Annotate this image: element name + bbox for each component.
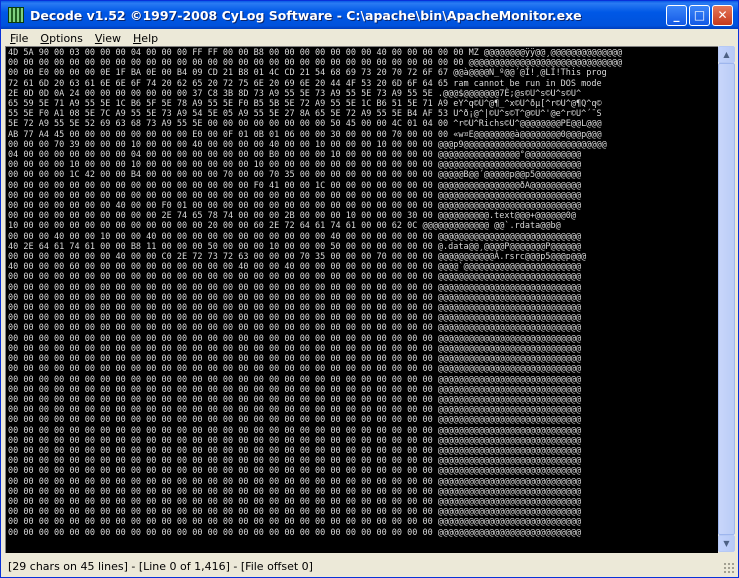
hex-line[interactable]: 00 00 00 00 00 00 00 00 00 00 00 00 00 0…	[8, 477, 581, 487]
hex-line[interactable]: 72 61 6D 20 63 61 6E 6E 6F 74 20 62 65 2…	[8, 79, 602, 89]
arrow-up-icon[interactable]: ▲	[718, 46, 735, 63]
hex-line[interactable]: 00 00 00 00 00 00 00 00 00 00 00 00 00 0…	[8, 323, 581, 333]
app-window: Decode v1.52 ©1997-2008 CyLog Software -…	[0, 0, 739, 578]
hex-line[interactable]: 10 00 00 00 00 00 00 00 00 00 00 00 00 2…	[8, 221, 561, 231]
hex-line[interactable]: 00 00 00 00 00 00 00 00 00 00 00 00 00 0…	[8, 528, 581, 538]
window-controls: _ □ ✕	[666, 5, 733, 26]
hex-line[interactable]: 00 00 00 00 00 00 00 00 00 00 00 00 00 0…	[8, 283, 581, 293]
minimize-button[interactable]: _	[666, 5, 687, 26]
menu-options-rest: ptions	[49, 31, 83, 45]
vertical-scrollbar[interactable]: ▲ ▼	[718, 46, 735, 552]
hex-line[interactable]: 00 00 00 00 00 00 00 00 00 00 00 00 00 0…	[8, 456, 581, 466]
menu-help[interactable]: Help	[127, 32, 164, 45]
hex-line[interactable]: 40 2E 64 61 74 61 00 00 B8 11 00 00 00 5…	[8, 242, 581, 252]
hex-line[interactable]: 65 59 5E 71 A9 55 5E 1C B6 5F 5E 78 A9 5…	[8, 99, 602, 109]
status-text: [29 chars on 45 lines] - [Line 0 of 1,41…	[8, 559, 313, 573]
resize-grip-icon[interactable]	[723, 562, 735, 574]
maximize-button[interactable]: □	[689, 5, 710, 26]
hex-line[interactable]: 04 00 00 00 00 00 00 00 04 00 00 00 00 0…	[8, 150, 581, 160]
hex-view[interactable]: 4D 5A 90 00 03 00 00 00 04 00 00 00 FF F…	[5, 46, 718, 553]
window-title: Decode v1.52 ©1997-2008 CyLog Software -…	[30, 7, 582, 23]
hex-line[interactable]: 00 00 00 00 00 00 00 00 00 00 00 00 00 0…	[8, 58, 622, 68]
hex-line[interactable]: 00 00 00 00 00 00 00 40 00 00 F0 01 00 0…	[8, 201, 581, 211]
hex-line[interactable]: 00 00 00 00 00 00 00 00 00 00 00 00 00 0…	[8, 436, 581, 446]
hex-line[interactable]: 00 00 00 00 00 00 00 00 00 00 00 00 00 0…	[8, 517, 581, 527]
hex-line[interactable]: 40 00 00 00 60 00 00 00 00 00 00 00 00 0…	[8, 262, 581, 272]
app-icon[interactable]	[8, 7, 24, 23]
hex-line[interactable]: 00 00 00 00 1C 42 00 00 B4 00 00 00 00 0…	[8, 170, 581, 180]
hex-line[interactable]: 00 00 00 00 00 00 00 00 00 00 00 00 00 0…	[8, 446, 581, 456]
arrow-down-icon[interactable]: ▼	[718, 535, 735, 552]
hex-line[interactable]: 00 00 00 00 00 00 00 00 00 00 00 00 00 0…	[8, 334, 581, 344]
hex-line[interactable]: 00 00 00 00 00 00 00 00 00 00 00 00 00 0…	[8, 313, 581, 323]
hex-line[interactable]: 00 00 00 00 10 00 00 00 10 00 00 00 00 0…	[8, 160, 581, 170]
hex-dump[interactable]: 4D 5A 90 00 03 00 00 00 04 00 00 00 FF F…	[6, 47, 718, 538]
hex-line[interactable]: 00 00 00 00 00 00 00 00 00 00 00 00 00 0…	[8, 375, 581, 385]
hex-line[interactable]: 00 00 00 00 00 00 00 00 00 00 00 00 00 0…	[8, 354, 581, 364]
hex-line[interactable]: 00 00 00 00 00 00 00 00 00 00 00 00 00 0…	[8, 385, 581, 395]
menu-bar: File Options View Help	[4, 29, 737, 47]
menu-view-rest: iew	[102, 31, 122, 45]
hex-line[interactable]: 00 00 00 70 39 00 00 00 10 00 00 00 40 0…	[8, 140, 607, 150]
hex-line[interactable]: 00 00 00 00 00 00 00 00 00 00 00 00 00 0…	[8, 293, 581, 303]
menu-options[interactable]: Options	[34, 32, 88, 45]
hex-line[interactable]: 00 00 00 00 00 00 00 00 00 00 00 00 00 0…	[8, 426, 581, 436]
hex-line[interactable]: AB 77 A4 45 00 00 00 00 00 00 00 00 E0 0…	[8, 130, 602, 140]
hex-line[interactable]: 00 00 00 00 00 00 00 00 00 00 00 00 00 0…	[8, 272, 581, 282]
menu-view[interactable]: View	[89, 32, 127, 45]
hex-line[interactable]: 00 00 00 00 00 00 00 00 00 00 00 00 00 0…	[8, 497, 581, 507]
hex-line[interactable]: 00 00 00 00 00 00 00 00 00 00 00 00 00 0…	[8, 507, 581, 517]
title-bar[interactable]: Decode v1.52 ©1997-2008 CyLog Software -…	[1, 1, 738, 29]
status-bar: [29 chars on 45 lines] - [Line 0 of 1,41…	[4, 556, 737, 576]
hex-line[interactable]: 00 00 00 00 00 00 00 00 00 00 00 00 00 0…	[8, 415, 581, 425]
hex-line[interactable]: 55 5E F0 A1 08 5E 7C A9 55 5E 73 A9 54 5…	[8, 109, 602, 119]
hex-line[interactable]: 00 00 00 00 00 00 00 00 00 00 00 00 00 0…	[8, 466, 581, 476]
hex-line[interactable]: 00 00 00 00 00 00 00 00 00 00 00 00 00 0…	[8, 191, 581, 201]
hex-line[interactable]: 5E 72 A9 55 5E 52 69 63 68 73 A9 55 5E 0…	[8, 119, 602, 129]
menu-options-accel: O	[40, 31, 50, 45]
hex-line[interactable]: 00 00 00 00 00 00 00 00 00 00 00 00 00 0…	[8, 303, 581, 313]
menu-file[interactable]: File	[4, 32, 34, 45]
menu-help-rest: elp	[141, 31, 159, 45]
hex-line[interactable]: 2E 0D 0D 0A 24 00 00 00 00 00 00 00 37 C…	[8, 89, 581, 99]
hex-line[interactable]: 00 00 00 40 00 00 10 00 00 40 00 00 00 0…	[8, 232, 581, 242]
hex-line[interactable]: 00 00 00 00 00 00 00 00 00 00 2E 74 65 7…	[8, 211, 576, 221]
close-button[interactable]: ✕	[712, 5, 733, 26]
hex-line[interactable]: 4D 5A 90 00 03 00 00 00 04 00 00 00 FF F…	[8, 48, 622, 58]
hex-line[interactable]: 00 00 00 00 00 00 00 00 00 00 00 00 00 0…	[8, 181, 581, 191]
hex-line[interactable]: 00 00 00 00 00 00 00 00 00 00 00 00 00 0…	[8, 344, 581, 354]
hex-line[interactable]: 00 00 00 00 00 00 00 00 00 00 00 00 00 0…	[8, 395, 581, 405]
hex-line[interactable]: 00 00 00 00 00 00 00 00 00 00 00 00 00 0…	[8, 405, 581, 415]
hex-line[interactable]: 00 00 E0 00 00 00 0E 1F BA 0E 00 B4 09 C…	[8, 68, 607, 78]
menu-file-rest: ile	[15, 31, 29, 45]
scroll-thumb[interactable]	[718, 63, 735, 535]
hex-line[interactable]: 00 00 00 00 00 00 00 00 00 00 00 00 00 0…	[8, 487, 581, 497]
hex-line[interactable]: 00 00 00 00 00 00 00 40 00 00 C0 2E 72 7…	[8, 252, 586, 262]
hex-line[interactable]: 00 00 00 00 00 00 00 00 00 00 00 00 00 0…	[8, 364, 581, 374]
